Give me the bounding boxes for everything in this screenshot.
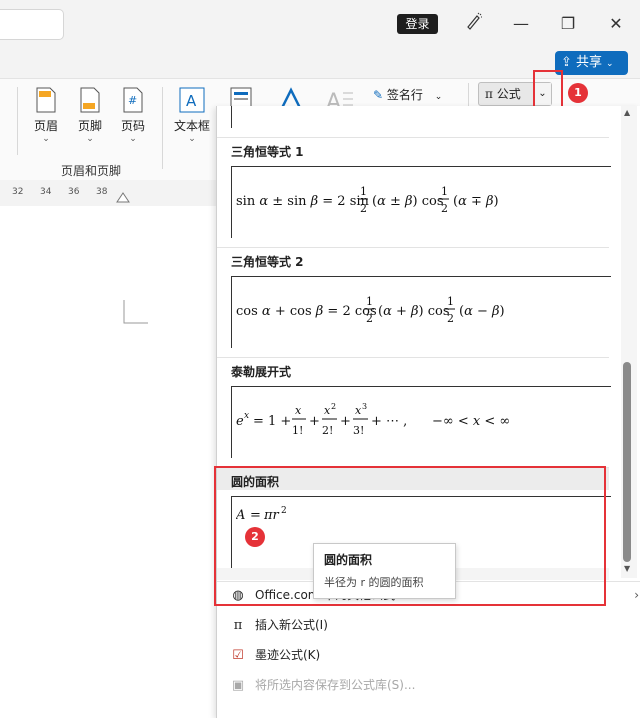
section-title: 泰勒展开式: [231, 365, 292, 379]
svg-text:2: 2: [331, 402, 336, 411]
group-label-header-footer: 页眉和页脚: [60, 164, 121, 178]
page-number-icon: #: [123, 87, 143, 113]
equation-item-taylor[interactable]: ex = 1 + x 1! + x 2 2! + x 3 3! + ⋯ , −∞ < x …: [231, 386, 611, 458]
callout-badge: 1: [568, 83, 588, 103]
signature-icon: ✎: [373, 88, 384, 102]
svg-text:1!: 1!: [292, 424, 303, 437]
svg-text:(α ∓ β): (α ∓ β): [453, 194, 499, 209]
chevron-down-icon: ⌄: [86, 134, 94, 144]
header-icon: [36, 87, 56, 113]
svg-text:cos α + cos β = 2 cos: cos α + cos β = 2 cos: [236, 304, 377, 319]
svg-text:+: +: [340, 414, 351, 429]
chevron-down-icon: ⌄: [434, 92, 443, 102]
svg-text:1: 1: [360, 185, 367, 198]
scroll-up-icon[interactable]: ▲: [624, 108, 630, 117]
pen-icon[interactable]: [462, 12, 486, 36]
pi-icon: π: [485, 87, 497, 101]
svg-text:2: 2: [366, 312, 373, 325]
svg-text:A: A: [186, 92, 197, 110]
gallery-divider: [217, 247, 609, 248]
chevron-down-icon: ⌄: [606, 59, 614, 69]
equation-gallery: 三角恒等式 1 sin α ± sin β = 2 sin 1 2 (α ± β)…: [216, 106, 640, 718]
svg-text:(α + β) cos: (α + β) cos: [378, 304, 450, 319]
textbox-icon: A: [179, 87, 205, 113]
page-number-button[interactable]: # 页码 ⌄: [113, 87, 153, 144]
footer-icon: [80, 87, 100, 113]
svg-text:#: #: [128, 94, 137, 107]
svg-text:−∞ < x < ∞: −∞ < x < ∞: [432, 414, 510, 429]
callout-badge: 2: [245, 527, 265, 547]
save-icon: ▣: [231, 678, 245, 693]
svg-text:2!: 2!: [322, 424, 333, 437]
menu-item-save-to-gallery: ▣ 将所选内容保存到公式库(S)...: [229, 672, 416, 698]
svg-text:3: 3: [362, 402, 367, 411]
title-bar: 登录 — ❐ ✕: [0, 0, 640, 50]
ruler-tick: 32: [12, 187, 24, 197]
eq-box-edge: [231, 106, 232, 128]
equation-trig-1: sin α ± sin β = 2 sin 12 (α ± β) cos 12 …: [236, 185, 499, 215]
chevron-right-icon: ›: [634, 588, 639, 602]
menu-item-insert-new-formula[interactable]: π 插入新公式(I): [229, 612, 328, 638]
svg-text:(α ± β) cos: (α ± β) cos: [372, 194, 444, 209]
svg-text:+: +: [309, 414, 320, 429]
share-button[interactable]: ⇪ 共享 ⌄: [555, 51, 628, 75]
search-box[interactable]: [0, 9, 64, 40]
ink-equation-icon: ☑: [232, 648, 244, 663]
ribbon-separator: [17, 87, 18, 155]
svg-text:x: x: [295, 404, 302, 417]
svg-text:e: e: [236, 414, 244, 429]
svg-text:1: 1: [366, 295, 373, 308]
svg-text:1: 1: [441, 185, 448, 198]
svg-text:2: 2: [447, 312, 454, 325]
svg-text:3!: 3!: [353, 424, 364, 437]
equation-item-trig-2[interactable]: cos α + cos β = 2 cos 12 (α + β) cos 12 …: [231, 276, 611, 348]
signature-line-button[interactable]: ✎ 签名行 ⌄: [373, 86, 442, 103]
scroll-down-icon[interactable]: ▼: [624, 564, 630, 573]
login-button[interactable]: 登录: [397, 14, 438, 34]
pi-icon: π: [233, 618, 243, 633]
menu-item-ink-formula[interactable]: ☑ 墨迹公式(K): [229, 642, 320, 668]
minimize-icon[interactable]: —: [509, 12, 533, 36]
ruler-tick: 36: [68, 187, 80, 197]
equation-trig-2: cos α + cos β = 2 cos 12 (α + β) cos 12 …: [236, 295, 505, 325]
scrollbar-thumb[interactable]: [623, 362, 631, 562]
equation-item-trig-1[interactable]: sin α ± sin β = 2 sin 12 (α ± β) cos 12 …: [231, 166, 611, 238]
chevron-down-icon: ⌄: [42, 134, 50, 144]
section-title: 三角恒等式 1: [231, 145, 304, 159]
ruler-indent-marker[interactable]: [116, 191, 130, 203]
gallery-divider: [217, 137, 609, 138]
document-page[interactable]: [0, 206, 242, 718]
svg-text:2: 2: [441, 202, 448, 215]
restore-icon[interactable]: ❐: [556, 12, 580, 36]
svg-text:(α − β): (α − β): [459, 304, 505, 319]
close-icon[interactable]: ✕: [604, 12, 628, 36]
header-button[interactable]: 页眉 ⌄: [26, 87, 66, 144]
chevron-down-icon: ⌄: [188, 134, 196, 144]
ribbon-separator: [162, 87, 163, 169]
chevron-down-icon: ⌄: [129, 134, 137, 144]
svg-text:= 1 +: = 1 +: [253, 414, 291, 429]
textbox-button[interactable]: A 文本框 ⌄: [170, 87, 214, 144]
footer-button[interactable]: 页脚 ⌄: [70, 87, 110, 144]
svg-text:x: x: [324, 404, 331, 417]
svg-text:x: x: [244, 411, 249, 421]
svg-text:x: x: [355, 404, 362, 417]
margin-corner-marker: [123, 300, 148, 324]
ruler-tick: 38: [96, 187, 108, 197]
svg-text:2: 2: [360, 202, 367, 215]
ruler: 32 34 36 38: [0, 182, 216, 206]
section-title: 三角恒等式 2: [231, 255, 304, 269]
share-icon: ⇪: [561, 55, 577, 70]
svg-text:1: 1: [447, 295, 454, 308]
gallery-divider: [217, 357, 609, 358]
ruler-tick: 34: [40, 187, 52, 197]
tooltip-description: 半径为 r 的圆的面积: [324, 576, 424, 589]
tooltip-title: 圆的面积: [324, 553, 373, 567]
svg-text:sin α ± sin β = 2 sin: sin α ± sin β = 2 sin: [236, 194, 370, 209]
svg-text:+ ⋯ ,: + ⋯ ,: [371, 414, 407, 429]
tooltip: 圆的面积 半径为 r 的圆的面积: [313, 543, 456, 599]
equation-taylor: ex = 1 + x1! + x 22! + x 33! + ⋯ , −∞ < x …: [236, 402, 510, 437]
